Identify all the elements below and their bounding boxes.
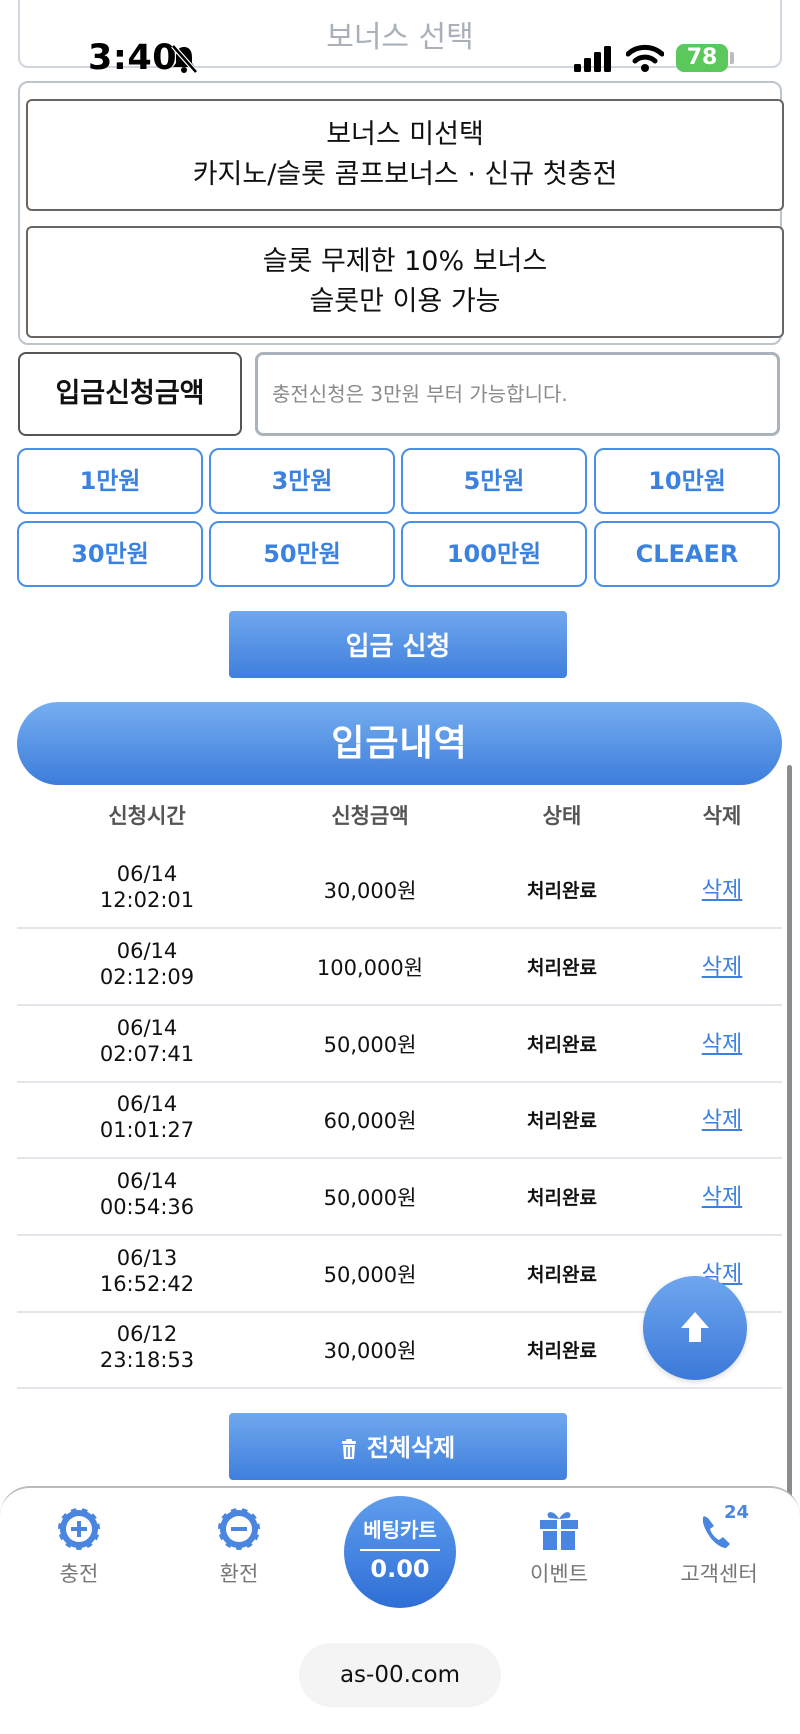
request-time: 06/12 23:18:53 <box>99 1322 195 1372</box>
column-header-status: 상태 <box>542 804 582 828</box>
deposit-amount-input[interactable] <box>255 352 780 436</box>
nav-label: 충전 <box>59 1562 99 1586</box>
delete-link[interactable]: 삭제 <box>667 1083 777 1159</box>
column-header-delete: 삭제 <box>702 804 742 828</box>
amount-button-300000[interactable]: 30만원 <box>17 521 203 587</box>
delete-all-button[interactable]: 전체삭제 <box>229 1413 567 1480</box>
nav-item-event[interactable]: 이벤트 <box>504 1506 614 1588</box>
request-amount: 50,000원 <box>323 1033 417 1057</box>
amount-button-10000[interactable]: 1만원 <box>17 448 203 514</box>
bottom-navigation: 충전 환전 베팅카트 0.00 이벤트 24 고객센터 as-00.com <box>0 1486 800 1734</box>
battery-indicator: 78 <box>676 44 728 72</box>
table-row: 06/14 00:54:36 50,000원 처리완료 삭제 <box>17 1160 782 1236</box>
amount-button-100000[interactable]: 10만원 <box>594 448 780 514</box>
status-text: 처리완료 <box>527 1340 597 1362</box>
bonus-option-desc: 슬롯만 이용 가능 <box>309 286 501 317</box>
request-time: 06/14 12:02:01 <box>99 862 195 912</box>
browser-url[interactable]: as-00.com <box>299 1643 501 1707</box>
page-scrollbar[interactable] <box>787 765 792 1547</box>
amount-button-50000[interactable]: 5만원 <box>401 448 587 514</box>
table-row: 06/14 02:07:41 50,000원 처리완료 삭제 <box>17 1007 782 1083</box>
cart-divider <box>360 1549 440 1551</box>
request-time: 06/14 02:12:09 <box>99 939 195 989</box>
delete-all-label: 전체삭제 <box>366 1434 456 1462</box>
amount-button-500000[interactable]: 50만원 <box>209 521 395 587</box>
status-text: 처리완료 <box>527 1187 597 1209</box>
nav-label: 이벤트 <box>530 1562 588 1586</box>
history-table-header: 신청시간 신청금액 상태 삭제 <box>17 800 782 840</box>
bonus-option-title: 슬롯 무제한 10% 보너스 <box>262 246 548 277</box>
amount-button-30000[interactable]: 3만원 <box>209 448 395 514</box>
delete-link[interactable]: 삭제 <box>667 853 777 929</box>
request-time: 06/13 16:52:42 <box>99 1246 195 1296</box>
battery-tip <box>730 52 734 64</box>
status-text: 처리완료 <box>527 1264 597 1286</box>
phone-24-icon: 24 <box>696 1502 749 1552</box>
scroll-to-top-button[interactable] <box>643 1276 747 1380</box>
clear-amount-button[interactable]: CLEAER <box>594 521 780 587</box>
minus-chip-icon <box>216 1506 262 1552</box>
cellular-signal-icon <box>574 46 614 76</box>
nav-label: 고객센터 <box>680 1562 758 1586</box>
betting-cart-value: 0.00 <box>370 1555 430 1583</box>
plus-chip-icon <box>56 1506 102 1552</box>
bonus-option-slot-10[interactable]: 슬롯 무제한 10% 보너스 슬롯만 이용 가능 <box>26 226 784 338</box>
betting-cart-title: 베팅카트 <box>363 1518 437 1542</box>
status-text: 처리완료 <box>527 1034 597 1056</box>
request-amount: 50,000원 <box>323 1263 417 1287</box>
nav-item-charge[interactable]: 충전 <box>24 1506 134 1588</box>
bonus-option-none[interactable]: 보너스 미선택 카지노/슬롯 콤프보너스 · 신규 첫충전 <box>26 99 784 211</box>
betting-cart-button[interactable]: 베팅카트 0.00 <box>344 1496 456 1608</box>
nav-item-customer-center[interactable]: 24 고객센터 <box>664 1502 774 1588</box>
request-amount: 60,000원 <box>323 1109 417 1133</box>
column-header-time: 신청시간 <box>108 804 186 828</box>
nav-item-exchange[interactable]: 환전 <box>184 1506 294 1588</box>
table-row: 06/14 01:01:27 60,000원 처리완료 삭제 <box>17 1083 782 1159</box>
gift-icon <box>536 1506 582 1552</box>
nav-label: 환전 <box>219 1562 259 1586</box>
muted-bell-icon <box>170 44 198 78</box>
wifi-icon <box>625 44 665 76</box>
status-time: 3:40 <box>88 38 178 78</box>
request-time: 06/14 00:54:36 <box>99 1169 195 1219</box>
arrow-up-icon <box>681 1312 709 1342</box>
trash-icon <box>341 1437 357 1465</box>
deposit-history-title: 입금내역 <box>17 702 782 785</box>
deposit-request-button[interactable]: 입금 신청 <box>229 611 567 678</box>
request-amount: 50,000원 <box>323 1186 417 1210</box>
table-row: 06/14 02:12:09 100,000원 처리완료 삭제 <box>17 930 782 1006</box>
status-text: 처리완료 <box>527 1110 597 1132</box>
delete-link[interactable]: 삭제 <box>667 1007 777 1083</box>
request-time: 06/14 02:07:41 <box>99 1016 195 1066</box>
request-time: 06/14 01:01:27 <box>99 1092 195 1142</box>
request-amount: 100,000원 <box>316 956 424 980</box>
bonus-options-group: 보너스 미선택 카지노/슬롯 콤프보너스 · 신규 첫충전 슬롯 무제한 10%… <box>18 81 784 345</box>
status-text: 처리완료 <box>527 957 597 979</box>
bonus-option-title: 보너스 미선택 <box>326 119 484 150</box>
delete-link[interactable]: 삭제 <box>667 930 777 1006</box>
column-header-amount: 신청금액 <box>331 804 409 828</box>
request-amount: 30,000원 <box>323 1339 417 1363</box>
amount-button-1000000[interactable]: 100만원 <box>401 521 587 587</box>
hours-badge: 24 <box>724 1502 750 1523</box>
table-row: 06/14 12:02:01 30,000원 처리완료 삭제 <box>17 853 782 929</box>
bonus-option-desc: 카지노/슬롯 콤프보너스 · 신규 첫충전 <box>192 159 618 190</box>
request-amount: 30,000원 <box>323 879 417 903</box>
deposit-amount-label: 입금신청금액 <box>18 352 242 436</box>
delete-link[interactable]: 삭제 <box>667 1160 777 1236</box>
status-text: 처리완료 <box>527 880 597 902</box>
